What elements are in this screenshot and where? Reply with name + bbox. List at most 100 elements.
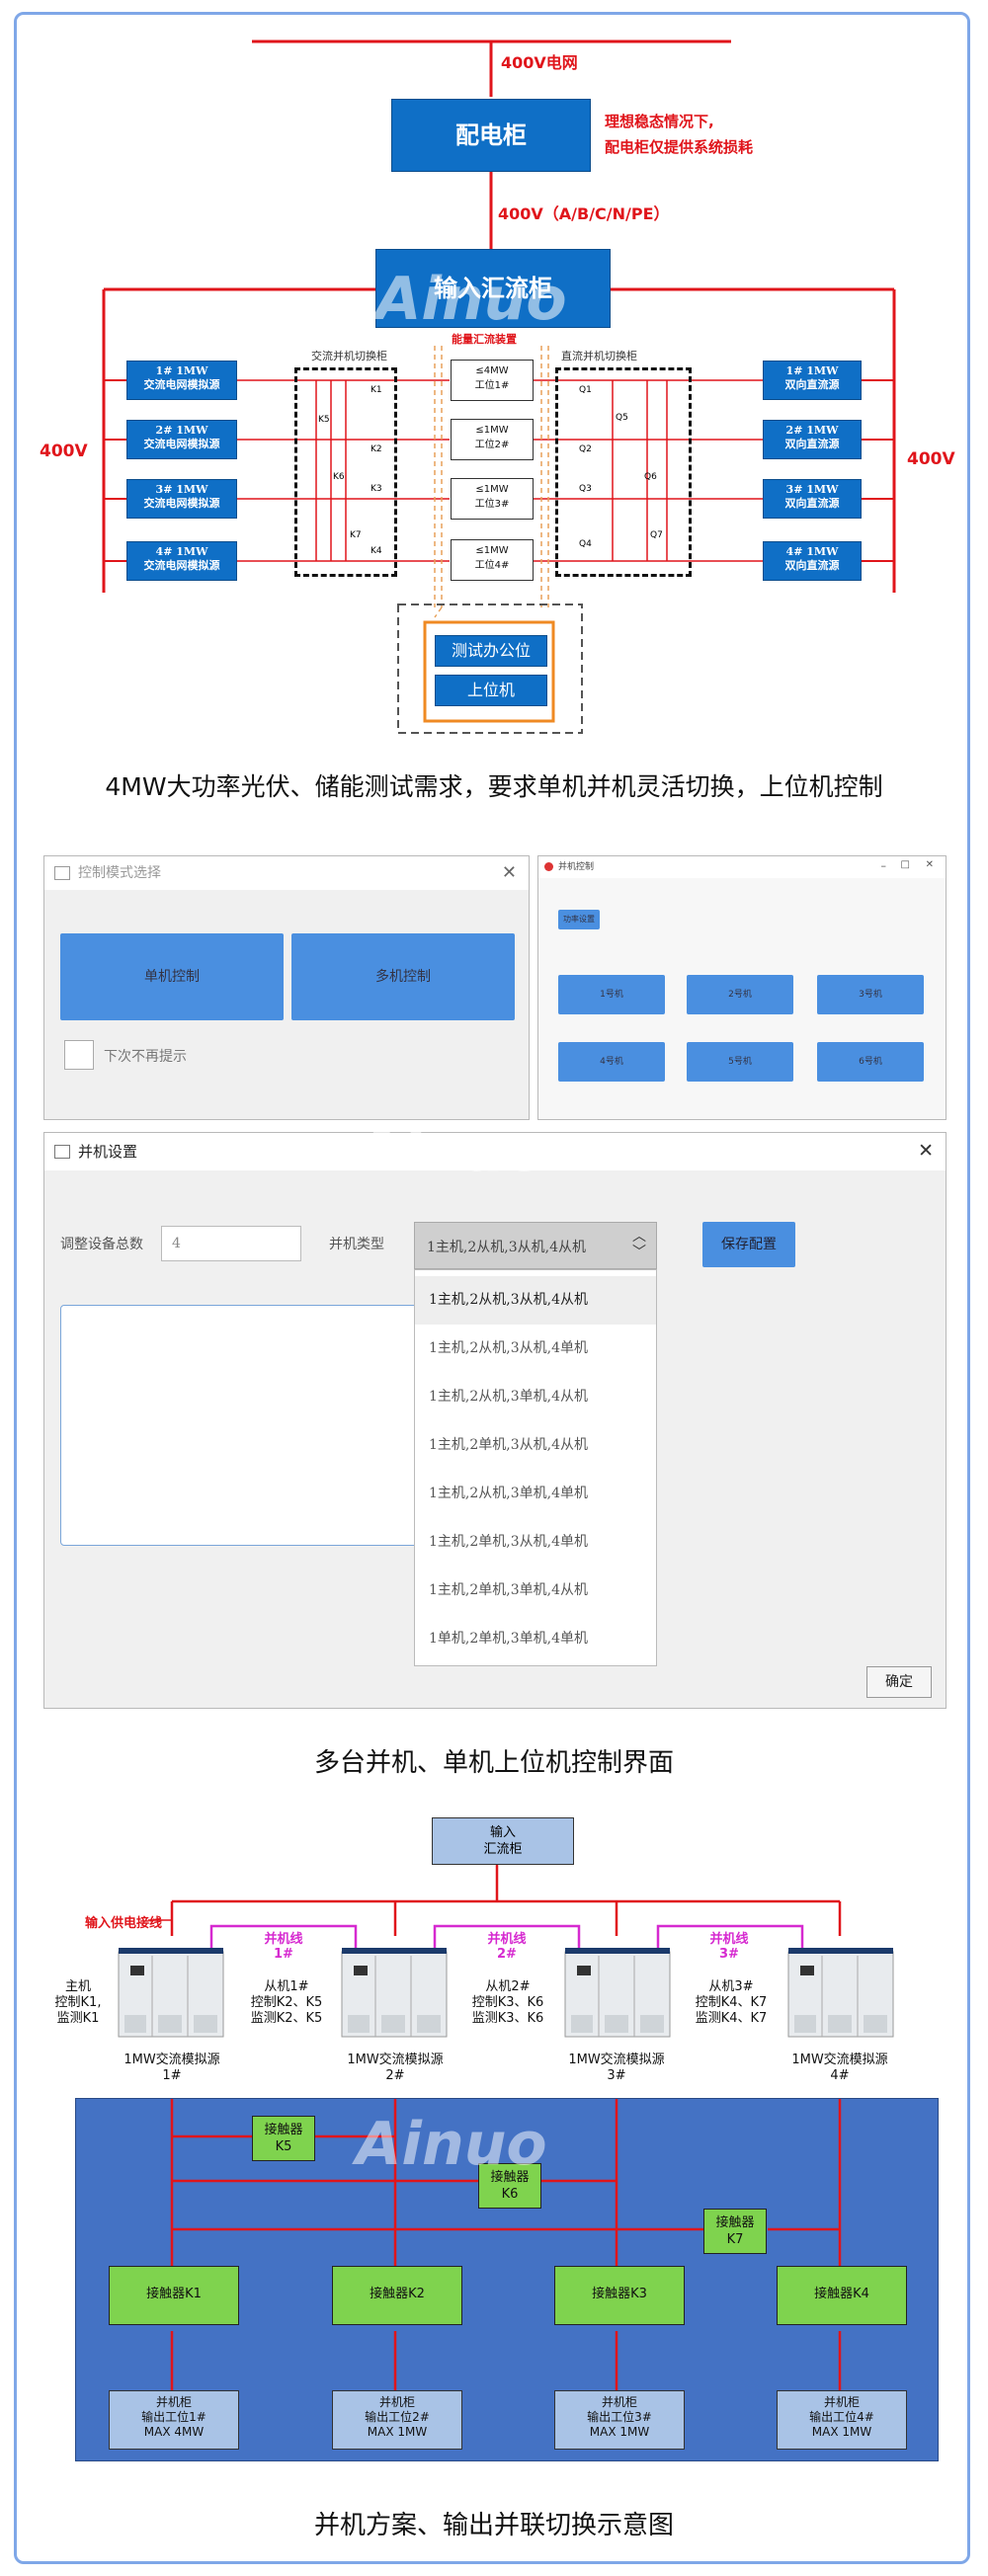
close-icon[interactable]: ✕ xyxy=(926,859,934,870)
watermark-1: Ainuo xyxy=(375,265,567,334)
contactor-k3: 接触器K3 xyxy=(554,2266,685,2325)
app-icon xyxy=(544,862,553,871)
mode-window-title: 控制模式选择 xyxy=(44,856,529,890)
ac-source-cabinet-4 xyxy=(786,1946,895,2040)
switch-q1: Q1 xyxy=(579,385,592,395)
contactor-k2: 接触器K2 xyxy=(332,2266,462,2325)
dc-source-1: 1# 1MW 双向直流源 xyxy=(763,361,862,400)
log-textarea[interactable] xyxy=(60,1305,438,1546)
app-icon xyxy=(54,866,70,880)
unit-6-button[interactable]: 6号机 xyxy=(817,1042,924,1082)
output-station-2: 并机柜 输出工位2# MAX 1MW xyxy=(332,2390,462,2450)
dropdown-option[interactable]: 1单机,2单机,3单机,4单机 xyxy=(415,1615,656,1663)
parallel-type-label: 并机类型 xyxy=(329,1237,384,1252)
grid-label: 400V电网 xyxy=(501,53,578,72)
contactor-k4: 接触器K4 xyxy=(777,2266,907,2325)
input-line-label: 输入供电接线 xyxy=(85,1916,163,1931)
caption-2: 多台并机、单机上位机控制界面 xyxy=(313,1748,674,1778)
close-icon[interactable]: ✕ xyxy=(502,862,517,883)
parallel-line-2: 并机线 2# xyxy=(487,1932,527,1962)
output-station-4: 并机柜 输出工位4# MAX 1MW xyxy=(777,2390,907,2450)
parallel-type-value: 1主机,2从机,3从机,4从机 xyxy=(427,1240,586,1255)
contactor-k7: 接触器 K7 xyxy=(703,2209,767,2254)
ac-source-3: 3# 1MW 交流电网模拟源 xyxy=(126,479,237,519)
mode-select-window: 控制模式选择 ✕ 单机控制 多机控制 下次不再提示 xyxy=(43,855,530,1120)
switch-k7: K7 xyxy=(350,530,362,540)
dropdown-option[interactable]: 1主机,2从机,3单机,4单机 xyxy=(415,1470,656,1518)
ac-source-4: 4# 1MW 交流电网模拟源 xyxy=(126,541,237,581)
right-voltage: 400V xyxy=(907,449,955,469)
output-station-3: 并机柜 输出工位3# MAX 1MW xyxy=(554,2390,685,2450)
watermark-2: Ainuo xyxy=(356,1116,547,1185)
unit-3-button[interactable]: 3号机 xyxy=(817,975,924,1014)
note-line-2: 配电柜仅提供系统损耗 xyxy=(605,138,754,156)
role-slave-1: 从机1# 控制K2、K5 监测K2、K5 xyxy=(250,1979,323,2026)
input-cabinet-box: 输入 汇流柜 xyxy=(432,1817,574,1865)
unit-5-button[interactable]: 5号机 xyxy=(687,1042,793,1082)
switch-q6: Q6 xyxy=(644,472,657,482)
dc-source-4: 4# 1MW 双向直流源 xyxy=(763,541,862,581)
parallel-type-dropdown: 1主机,2从机,3从机,4从机 1主机,2从机,3从机,4单机 1主机,2从机,… xyxy=(414,1269,657,1666)
dont-show-label: 下次不再提示 xyxy=(104,1049,187,1065)
role-master: 主机 控制K1, 监测K1 xyxy=(54,1979,102,2026)
station-1: ≤4MW 工位1# xyxy=(451,360,534,401)
switch-q3: Q3 xyxy=(579,484,592,494)
contactor-k5: 接触器 K5 xyxy=(252,2116,315,2161)
ac-source-cabinet-2 xyxy=(340,1946,449,2040)
ac-source-cabinet-1 xyxy=(117,1946,225,2040)
distribution-cabinet: 配电柜 xyxy=(391,99,591,172)
role-slave-3: 从机3# 控制K4、K7 监测K4、K7 xyxy=(695,1979,768,2026)
caption-1: 4MW大功率光伏、储能测试需求，要求单机并机灵活切换，上位机控制 xyxy=(105,772,883,801)
source-label-4: 1MW交流模拟源 4# xyxy=(791,2053,888,2083)
parallel-settings-window: 并机设置 ✕ 调整设备总数 并机类型 1主机,2从机,3从机,4从机 ︿﹀ 保存… xyxy=(43,1132,947,1709)
role-slave-2: 从机2# 控制K3、K6 监测K3、K6 xyxy=(471,1979,544,2026)
save-config-button[interactable]: 保存配置 xyxy=(702,1222,795,1267)
unit-4-button[interactable]: 4号机 xyxy=(558,1042,665,1082)
ac-source-cabinet-3 xyxy=(563,1946,672,2040)
device-count-input[interactable] xyxy=(161,1226,301,1261)
switch-q2: Q2 xyxy=(579,444,592,454)
switch-k2: K2 xyxy=(370,444,382,454)
left-voltage: 400V xyxy=(40,442,88,461)
source-label-3: 1MW交流模拟源 3# xyxy=(568,2053,665,2083)
ok-button[interactable]: 确定 xyxy=(866,1666,932,1698)
single-control-button[interactable]: 单机控制 xyxy=(60,933,284,1020)
dropdown-option[interactable]: 1主机,2单机,3单机,4从机 xyxy=(415,1567,656,1615)
minimize-icon[interactable]: – xyxy=(881,859,887,872)
close-icon[interactable]: ✕ xyxy=(918,1140,934,1162)
dropdown-option[interactable]: 1主机,2从机,3从机,4从机 xyxy=(415,1276,656,1325)
unit-1-button[interactable]: 1号机 xyxy=(558,975,665,1014)
multi-control-button[interactable]: 多机控制 xyxy=(291,933,515,1020)
ac-source-1: 1# 1MW 交流电网模拟源 xyxy=(126,361,237,400)
switch-q5: Q5 xyxy=(616,413,628,423)
dropdown-option[interactable]: 1主机,2从机,3从机,4单机 xyxy=(415,1325,656,1373)
parallel-line-3: 并机线 3# xyxy=(709,1932,749,1962)
switch-q4: Q4 xyxy=(579,539,592,549)
dc-source-2: 2# 1MW 双向直流源 xyxy=(763,420,862,459)
dropdown-option[interactable]: 1主机,2单机,3从机,4单机 xyxy=(415,1518,656,1567)
dropdown-option[interactable]: 1主机,2从机,3单机,4从机 xyxy=(415,1373,656,1421)
dont-show-checkbox[interactable] xyxy=(64,1040,94,1070)
maximize-icon[interactable]: □ xyxy=(901,859,910,870)
device-count-label: 调整设备总数 xyxy=(60,1237,143,1252)
unit-control-window: 并机控制 – □ ✕ 功率设置 1号机 2号机 3号机 4号机 5号机 6号机 xyxy=(537,855,947,1120)
test-office: 测试办公位 xyxy=(435,635,547,667)
parallel-line-1: 并机线 1# xyxy=(264,1932,303,1962)
station-3: ≤1MW 工位3# xyxy=(451,478,534,520)
app-icon xyxy=(54,1145,70,1159)
caption-3: 并机方案、输出并联切换示意图 xyxy=(313,2511,674,2540)
dc-switch-label: 直流并机切换柜 xyxy=(561,350,637,362)
switch-k1: K1 xyxy=(370,385,382,395)
watermark-3: Ainuo xyxy=(356,2110,547,2179)
source-label-1: 1MW交流模拟源 1# xyxy=(124,2053,220,2083)
dropdown-option[interactable]: 1主机,2单机,3从机,4从机 xyxy=(415,1421,656,1470)
dc-switch-cabinet xyxy=(555,367,692,577)
parallel-type-select[interactable]: 1主机,2从机,3从机,4从机 ︿ ﹀ xyxy=(414,1222,657,1269)
switch-q7: Q7 xyxy=(650,530,663,540)
ac-switch-label: 交流并机切换柜 xyxy=(311,350,387,362)
output-station-1: 并机柜 输出工位1# MAX 4MW xyxy=(109,2390,239,2450)
cabinet-note: 理想稳态情况下, 配电柜仅提供系统损耗 xyxy=(605,109,753,160)
unit-2-button[interactable]: 2号机 xyxy=(687,975,793,1014)
power-settings-button[interactable]: 功率设置 xyxy=(558,910,600,929)
note-line-1: 理想稳态情况下, xyxy=(605,113,714,130)
